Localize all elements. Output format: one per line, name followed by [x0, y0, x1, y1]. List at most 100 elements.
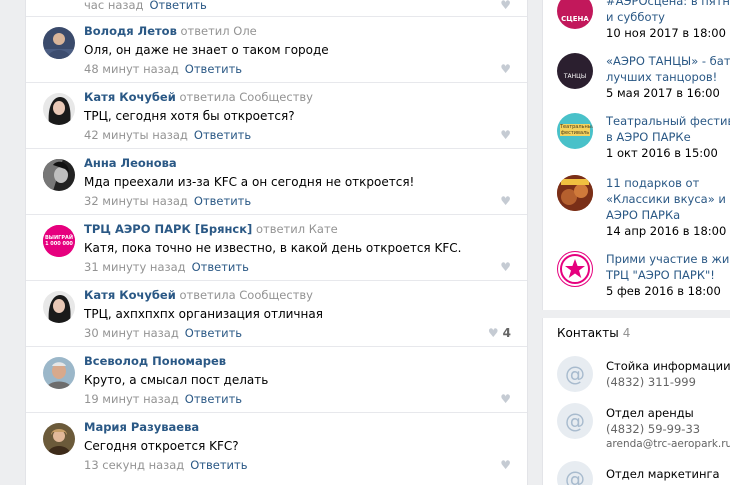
comment-author[interactable]: ТРЦ АЭРО ПАРК [Брянск] [84, 222, 252, 236]
at-sign-icon: @ [557, 461, 593, 485]
comment-text: ТРЦ, сегодня хотя бы откроется? [84, 109, 295, 123]
contact-phone: (4832) 311-999 [606, 375, 696, 389]
event-title-line: в АЭРО ПАРКе [606, 130, 691, 144]
comment-replied-to[interactable]: ответил Кате [256, 222, 338, 236]
reply-button[interactable]: Ответить [190, 458, 247, 472]
event-image[interactable] [557, 251, 593, 287]
comment-author[interactable]: Анна Леонова [84, 156, 177, 170]
heart-icon: ♥ [500, 392, 511, 406]
comment-author-line: Мария Разуваева [84, 420, 199, 434]
like-button[interactable]: ♥ [500, 62, 511, 76]
comment-author[interactable]: Всеволод Пономарев [84, 354, 226, 368]
star-icon [560, 254, 590, 284]
heart-icon: ♥ [487, 326, 499, 340]
comment-meta: 13 секунд назад Ответить [84, 458, 248, 472]
comment-meta: 31 минуту назад Ответить [84, 260, 249, 274]
event-pic-label: СЦЕНА [561, 15, 589, 23]
heart-icon: ♥ [500, 128, 511, 142]
comments-feed: час назад Ответить ♥ Володя Летов ответил… [25, 0, 528, 485]
comment-item: Анна Леонова Мда преехали из-за KFC а он… [26, 149, 527, 215]
comment-time[interactable]: 13 секунд назад [84, 458, 184, 472]
comment-time[interactable]: 19 минут назад [84, 392, 179, 406]
comment-time[interactable]: 30 минут назад [84, 326, 179, 340]
comment-author-line: Всеволод Пономарев [84, 354, 226, 368]
contacts-block: Контакты 4 @ Стойка информации (4832) 311… [542, 318, 730, 485]
reply-button[interactable]: Ответить [185, 62, 242, 76]
comment-author[interactable]: Мария Разуваева [84, 420, 199, 434]
event-title-line: Театральный фестиваль [606, 114, 730, 128]
like-button[interactable]: ♥ [500, 0, 511, 12]
avatar[interactable] [43, 159, 75, 191]
comment-time[interactable]: 42 минуты назад [84, 128, 188, 142]
at-sign-icon: @ [557, 403, 593, 439]
event-date: 5 мая 2017 в 16:00 [606, 86, 720, 100]
event-image[interactable]: СЦЕНА [557, 0, 593, 29]
avatar[interactable] [43, 291, 75, 323]
like-button[interactable]: ♥ [500, 194, 511, 208]
event-date: 5 фев 2016 в 18:00 [606, 284, 721, 298]
reply-button[interactable]: Ответить [185, 326, 242, 340]
comment-text: Круто, а смысал пост делать [84, 373, 269, 387]
reply-button[interactable]: Ответить [185, 392, 242, 406]
comment-meta: 30 минут назад Ответить [84, 326, 242, 340]
like-button[interactable]: ♥ [500, 128, 511, 142]
comment-item: Катя Кочубей ответила Сообществу ТРЦ, се… [26, 83, 527, 149]
comment-author-line: Анна Леонова [84, 156, 177, 170]
comment-item: Катя Кочубей ответила Сообществу ТРЦ, ах… [26, 281, 527, 347]
comment-meta: 32 минуты назад Ответить [84, 194, 251, 208]
comment-author[interactable]: Катя Кочубей [84, 90, 176, 104]
event-date: 14 апр 2016 в 18:00 [606, 224, 727, 238]
comment-replied-to[interactable]: ответила Сообществу [179, 288, 313, 302]
contacts-count: 4 [622, 326, 631, 340]
event-title[interactable]: Прими участие в жизни ТРЦ "АЭРО ПАРК"! [606, 251, 730, 283]
avatar-promo-text: ВЫИГРАЙ 1 000 000 [45, 235, 74, 247]
reply-button[interactable]: Ответить [194, 194, 251, 208]
event-pic-label: Театральный фестиваль [560, 124, 593, 136]
heart-icon: ♥ [500, 260, 511, 274]
event-image[interactable] [557, 175, 593, 211]
contact-name: Отдел аренды [606, 406, 694, 420]
reply-button[interactable]: Ответить [194, 128, 251, 142]
contact-phone: (4832) 59-99-33 [606, 422, 701, 436]
event-title-line: и субботу [606, 10, 665, 24]
avatar[interactable] [43, 357, 75, 389]
comment-author[interactable]: Катя Кочубей [84, 288, 176, 302]
event-title[interactable]: Театральный фестиваль в АЭРО ПАРКе [606, 113, 730, 145]
reply-button[interactable]: Ответить [150, 0, 207, 12]
at-sign-icon: @ [557, 356, 593, 392]
comment-replied-to[interactable]: ответила Сообществу [179, 90, 313, 104]
event-title[interactable]: 11 подарков от «Классики вкуса» и АЭРО П… [606, 175, 730, 223]
avatar[interactable] [43, 27, 75, 59]
comment-item: Мария Разуваева Сегодня откроется KFC? 1… [26, 413, 527, 479]
comment-author-line: Катя Кочубей ответила Сообществу [84, 288, 313, 302]
event-title-line: «Классики вкуса» и [606, 192, 726, 206]
reply-button[interactable]: Ответить [192, 260, 249, 274]
like-button[interactable]: ♥ [500, 392, 511, 406]
comment-meta: 48 минут назад Ответить [84, 62, 242, 76]
heart-icon: ♥ [500, 0, 511, 12]
contacts-title: Контакты [557, 326, 619, 340]
event-image[interactable]: Театральный фестиваль [557, 113, 593, 149]
comment-time[interactable]: 32 минуты назад [84, 194, 188, 208]
event-title[interactable]: #АЭРОсцена: в пятницу и субботу [606, 0, 730, 25]
comment-item: ВЫИГРАЙ 1 000 000 ТРЦ АЭРО ПАРК [Брянск]… [26, 215, 527, 281]
contact-email[interactable]: arenda@trc-aeropark.ru [606, 438, 730, 450]
event-date: 1 окт 2016 в 15:00 [606, 146, 718, 160]
like-button[interactable]: ♥ 4 [488, 326, 511, 340]
avatar[interactable]: ВЫИГРАЙ 1 000 000 [43, 225, 75, 257]
comment-replied-to[interactable]: ответил Оле [181, 24, 257, 38]
comment-time[interactable]: 48 минут назад [84, 62, 179, 76]
comment-author[interactable]: Володя Летов [84, 24, 177, 38]
comment-time[interactable]: 31 минуту назад [84, 260, 186, 274]
event-title-line: ТРЦ "АЭРО ПАРК"! [606, 268, 715, 282]
comment-meta: 42 минуты назад Ответить [84, 128, 251, 142]
avatar[interactable] [43, 423, 75, 455]
like-button[interactable]: ♥ [500, 458, 511, 472]
event-image[interactable]: ТАНЦЫ [557, 53, 593, 89]
like-button[interactable]: ♥ [500, 260, 511, 274]
like-count: 4 [502, 326, 511, 340]
comment-text: Оля, он даже не знает о таком городе [84, 43, 329, 57]
avatar[interactable] [43, 93, 75, 125]
contacts-header[interactable]: Контакты 4 [557, 326, 630, 340]
event-title[interactable]: «АЭРО ТАНЦЫ» - баттл лучших танцоров! [606, 53, 730, 85]
